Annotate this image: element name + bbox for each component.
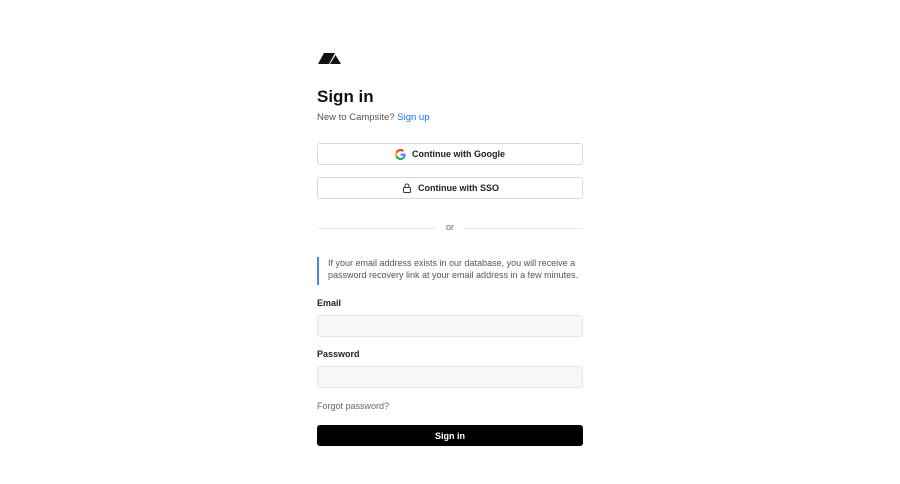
signup-prompt: New to Campsite? Sign up	[317, 112, 430, 123]
continue-with-google-label: Continue with Google	[412, 149, 505, 159]
page-title: Sign in	[317, 87, 374, 106]
campsite-logo-icon	[318, 50, 346, 66]
sign-in-button-label: Sign in	[435, 430, 465, 441]
password-label: Password	[317, 349, 360, 359]
divider-line-right	[464, 228, 583, 229]
sign-in-page: Sign in New to Campsite? Sign up Continu…	[0, 0, 900, 484]
email-label: Email	[317, 298, 342, 308]
continue-with-sso-label: Continue with SSO	[418, 183, 499, 193]
divider-text: or	[445, 222, 454, 232]
google-icon	[395, 148, 406, 160]
continue-with-sso-button[interactable]: Continue with SSO	[317, 177, 583, 199]
sign-in-button[interactable]: Sign in	[317, 425, 583, 446]
signup-link[interactable]: Sign up	[397, 112, 429, 123]
password-recovery-notice: If your email address exists in our data…	[317, 257, 583, 285]
signup-prompt-text: New to Campsite?	[317, 112, 395, 123]
password-field[interactable]	[317, 366, 583, 388]
email-field[interactable]	[317, 315, 583, 337]
or-divider: or	[317, 222, 583, 234]
lock-icon	[401, 183, 412, 194]
forgot-password-link[interactable]: Forgot password?	[317, 401, 389, 411]
continue-with-google-button[interactable]: Continue with Google	[317, 143, 583, 165]
